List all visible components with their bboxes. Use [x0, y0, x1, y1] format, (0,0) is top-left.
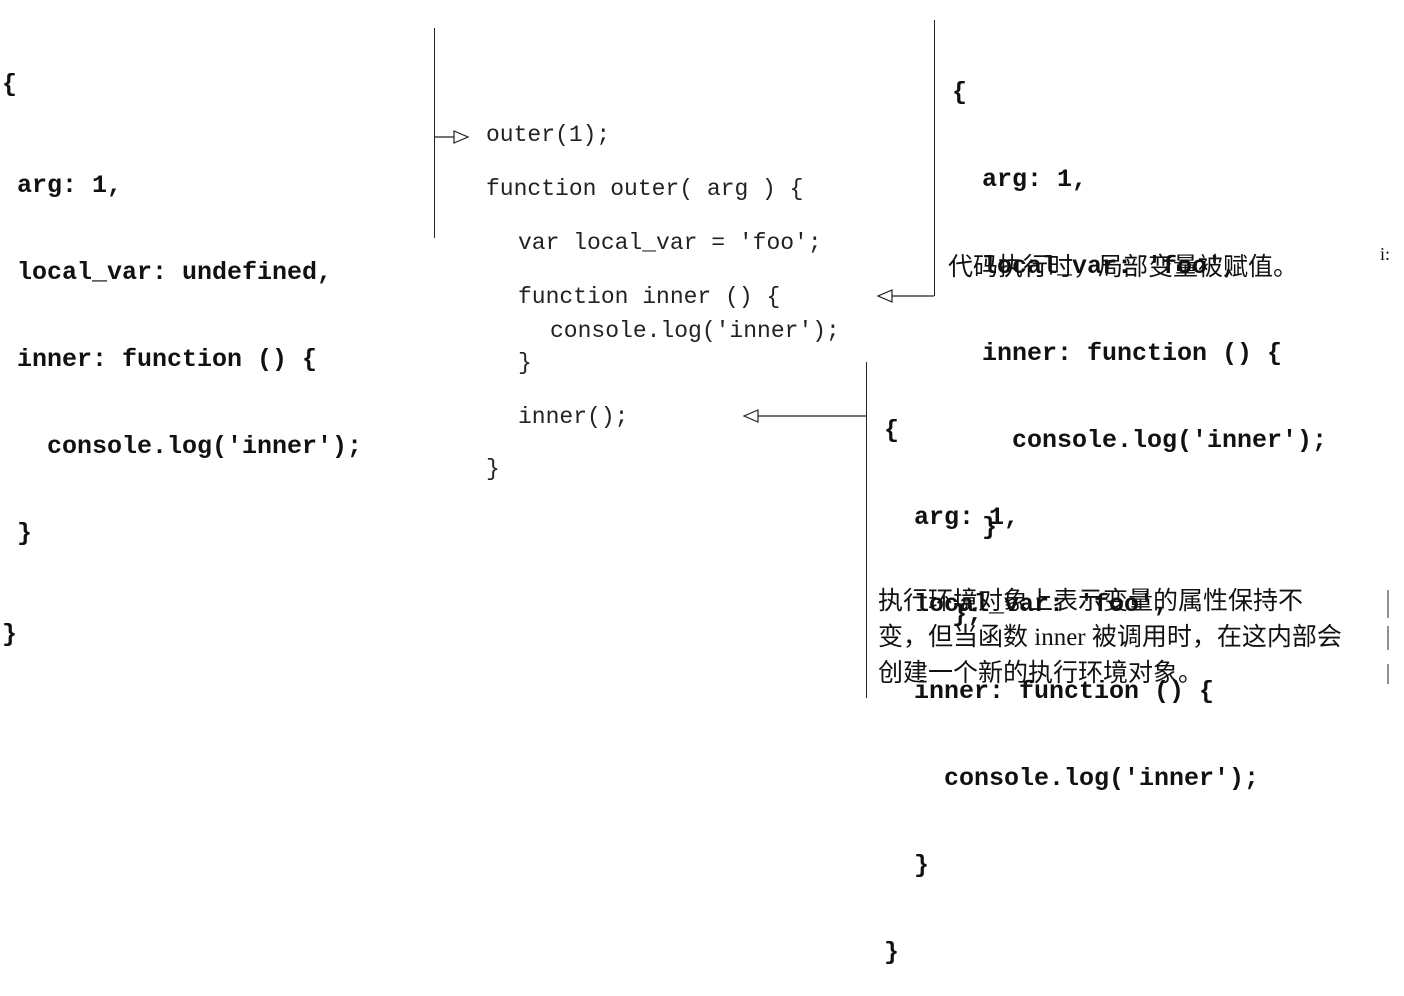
arrow-to-function-inner [876, 289, 934, 303]
arrow-to-outer-call [434, 130, 470, 144]
code-line: } [884, 851, 930, 880]
code-line: } [884, 938, 900, 967]
arrow-to-inner-call [742, 409, 866, 423]
arrows-layer [434, 130, 1389, 684]
code-line: console.log('inner'); [884, 764, 1260, 793]
